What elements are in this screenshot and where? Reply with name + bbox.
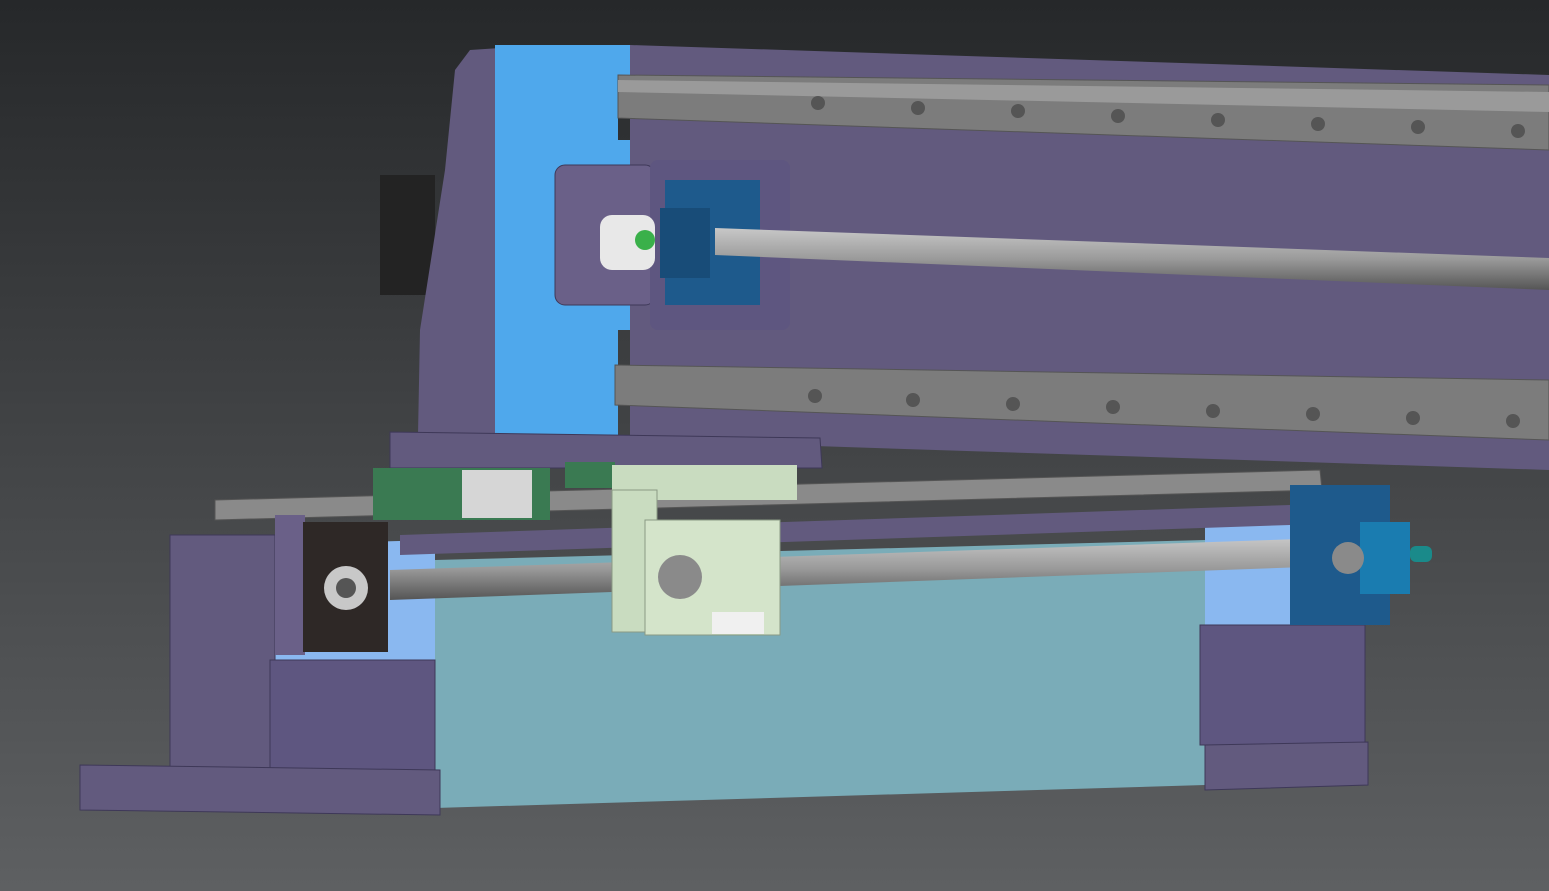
ball-nut (658, 555, 702, 599)
upper-bearing-housing (660, 208, 710, 278)
stepper-motor (380, 175, 435, 295)
right-side-panel (1205, 520, 1290, 632)
right-bearing-housing (1360, 522, 1410, 594)
left-end-plate (275, 515, 305, 655)
cad-model-render[interactable] (0, 0, 1549, 891)
coupler-insert (635, 230, 655, 250)
left-support-post (169, 534, 276, 771)
left-support-base (269, 659, 436, 776)
left-foot (79, 764, 441, 816)
right-support-post (1199, 624, 1366, 746)
rail-carriage-right (565, 462, 615, 488)
screw-end-shaft (1410, 546, 1432, 562)
left-bearing-bore (336, 578, 356, 598)
right-foot (1204, 741, 1369, 791)
carriage-block (462, 470, 532, 518)
right-bearing (1332, 542, 1364, 574)
nut-block-clamp (712, 612, 764, 634)
cad-3d-viewport[interactable] (0, 0, 1549, 891)
